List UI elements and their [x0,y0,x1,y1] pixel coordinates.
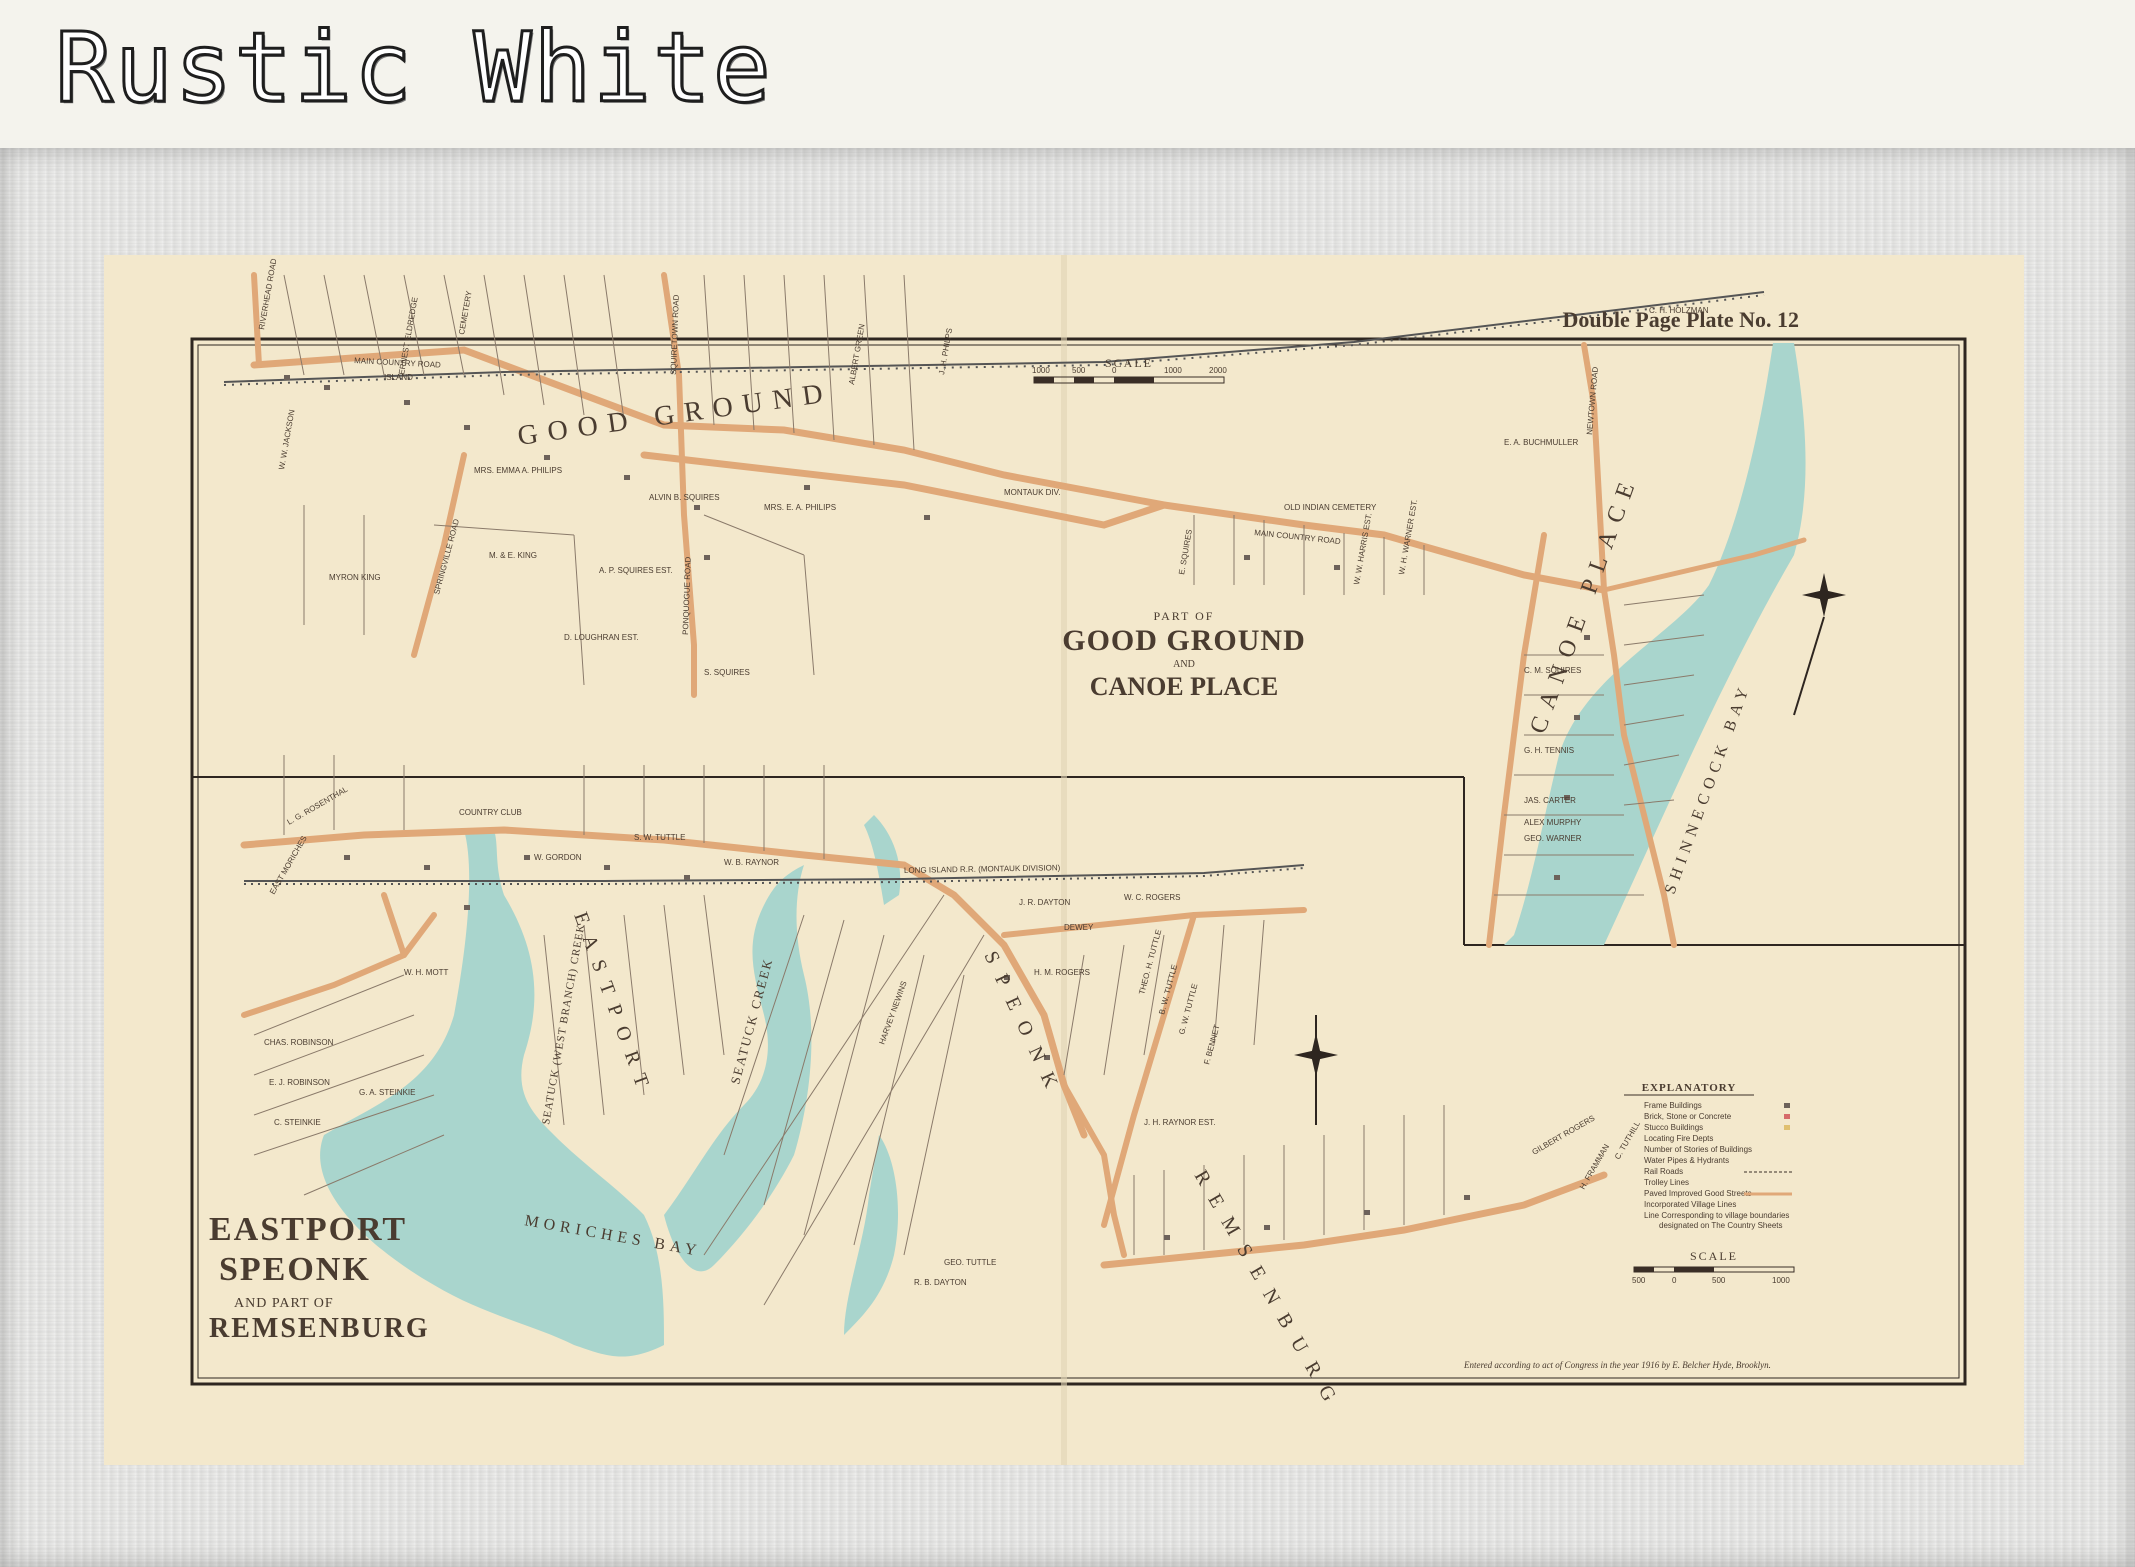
svg-text:A. P. SQUIRES EST.: A. P. SQUIRES EST. [599,566,673,575]
svg-text:R. B. DAYTON: R. B. DAYTON [914,1278,967,1287]
svg-text:Locating Fire Depts: Locating Fire Depts [1644,1134,1713,1143]
svg-text:W. B. RAYNOR: W. B. RAYNOR [724,858,779,867]
svg-text:GEO. TUTTLE: GEO. TUTTLE [944,1258,996,1267]
label-old-indian-cemetery: OLD INDIAN CEMETERY [1284,503,1377,512]
copyright-note: Entered according to act of Congress in … [1463,1360,1771,1370]
map-mat: Double Page Plate No. 12 PART OF GOOD GR… [104,255,2024,1465]
svg-text:MYRON KING: MYRON KING [329,573,381,582]
svg-text:Stucco Buildings: Stucco Buildings [1644,1123,1703,1132]
svg-text:0: 0 [1672,1276,1677,1285]
svg-text:M. & E. KING: M. & E. KING [489,551,537,560]
svg-text:Rail Roads: Rail Roads [1644,1167,1683,1176]
speonk-title: SPEONK [219,1251,371,1288]
svg-text:J. R. DAYTON: J. R. DAYTON [1019,898,1070,907]
svg-text:W. C. ROGERS: W. C. ROGERS [1124,893,1180,902]
svg-text:1000: 1000 [1164,366,1182,375]
svg-text:S. W. TUTTLE: S. W. TUTTLE [634,833,685,842]
and-part-of-label: AND PART OF [234,1296,334,1311]
svg-text:G. A. STEINKIE: G. A. STEINKIE [359,1088,415,1097]
and-label: AND [1173,659,1195,670]
svg-text:ALVIN B. SQUIRES: ALVIN B. SQUIRES [649,493,720,502]
svg-text:JAS. CARTER: JAS. CARTER [1524,796,1576,805]
svg-text:C. STEINKIE: C. STEINKIE [274,1118,321,1127]
svg-text:1000: 1000 [1032,366,1050,375]
svg-text:C. H. HOLZMAN: C. H. HOLZMAN [1649,306,1709,315]
svg-text:500: 500 [1632,1276,1646,1285]
label-country-club: COUNTRY CLUB [459,808,522,817]
label-montauk-div: MONTAUK DIV. [1004,488,1060,497]
svg-text:E. A. BUCHMULLER: E. A. BUCHMULLER [1504,438,1578,447]
remsenburg-title: REMSENBURG [209,1313,430,1344]
svg-text:C. M. SQUIRES: C. M. SQUIRES [1524,666,1581,675]
svg-text:EXPLANATORY: EXPLANATORY [1642,1082,1737,1094]
svg-text:Number of Stories of Buildings: Number of Stories of Buildings [1644,1145,1752,1154]
svg-text:S. SQUIRES: S. SQUIRES [704,668,750,677]
svg-text:D. LOUGHRAN EST.: D. LOUGHRAN EST. [564,633,639,642]
svg-text:ALEX MURPHY: ALEX MURPHY [1524,818,1582,827]
header-banner: Rustic White [0,0,2135,140]
svg-text:Water Pipes & Hydrants: Water Pipes & Hydrants [1644,1156,1729,1165]
svg-text:Incorporated Village Lines: Incorporated Village Lines [1644,1200,1736,1209]
good-ground-title: GOOD GROUND [1062,624,1306,657]
eastport-title: EASTPORT [209,1211,407,1248]
svg-text:Brick, Stone or Concrete: Brick, Stone or Concrete [1644,1112,1732,1121]
svg-text:Trolley Lines: Trolley Lines [1644,1178,1689,1187]
svg-text:G. H. TENNIS: G. H. TENNIS [1524,746,1574,755]
svg-text:J. H. RAYNOR EST.: J. H. RAYNOR EST. [1144,1118,1215,1127]
svg-text:W. H. MOTT: W. H. MOTT [404,968,449,977]
svg-text:E. J. ROBINSON: E. J. ROBINSON [269,1078,330,1087]
svg-text:500: 500 [1712,1276,1726,1285]
svg-text:Paved Improved Good Streets: Paved Improved Good Streets [1644,1189,1752,1198]
svg-text:H. M. ROGERS: H. M. ROGERS [1034,968,1090,977]
svg-text:Line Corresponding to village: Line Corresponding to village boundaries [1644,1211,1789,1220]
svg-text:2000: 2000 [1209,366,1227,375]
frame-style-title: Rustic White [54,12,773,124]
svg-text:500: 500 [1072,366,1086,375]
svg-text:0: 0 [1112,366,1117,375]
svg-text:W. GORDON: W. GORDON [534,853,582,862]
svg-text:GEO. WARNER: GEO. WARNER [1524,834,1582,843]
part-of-label: PART OF [1154,609,1215,623]
map-print: Double Page Plate No. 12 PART OF GOOD GR… [104,255,2024,1465]
svg-text:CHAS. ROBINSON: CHAS. ROBINSON [264,1038,334,1047]
svg-text:1000: 1000 [1772,1276,1790,1285]
svg-text:MRS. EMMA A. PHILIPS: MRS. EMMA A. PHILIPS [474,466,562,475]
svg-text:designated on The Country Shee: designated on The Country Sheets [1659,1221,1783,1230]
svg-text:MRS. E. A. PHILIPS: MRS. E. A. PHILIPS [764,503,836,512]
svg-text:Frame Buildings: Frame Buildings [1644,1101,1702,1110]
svg-text:SCALE: SCALE [1690,1249,1738,1263]
canoe-place-title: CANOE PLACE [1090,672,1279,701]
label-dewey: DEWEY [1064,923,1094,932]
